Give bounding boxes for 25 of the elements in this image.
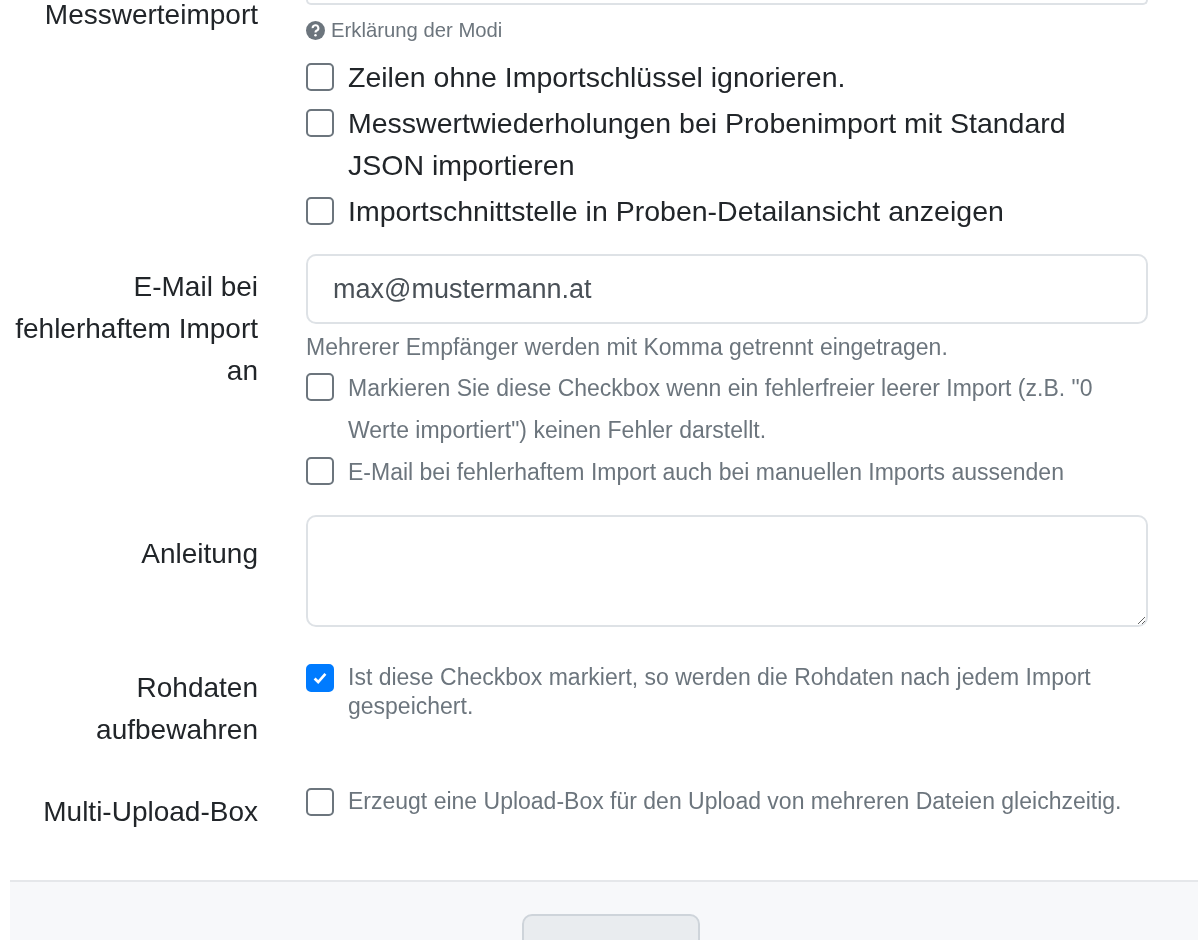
checkbox[interactable] (306, 457, 334, 485)
checkbox-label: Erzeugt eine Upload-Box für den Upload von mehreren Dateien gleichzeitig. (348, 787, 1123, 816)
select-field[interactable] (306, 0, 1148, 5)
help-link[interactable]: Erklärung der Modi (331, 19, 503, 42)
checkbox-label: Zeilen ohne Importschlüssel ignorieren. (348, 60, 847, 95)
checkbox[interactable] (306, 664, 334, 692)
field-hint: Mehrerer Empfänger werden mit Komma getrennt eingetragen. (306, 334, 949, 361)
checkbox[interactable] (306, 788, 334, 816)
checkbox[interactable] (306, 63, 334, 91)
help-icon (306, 21, 325, 40)
field-label: E-Mail bei fehlerhaftem Import an (15, 271, 258, 386)
checkbox-label: Markieren Sie diese Checkbox wenn ein fehlerfreier leerer Import (z.B. "0 Werte importiert") keinen Fehler darstellt. (348, 374, 1094, 445)
email-field[interactable]: max@mustermann.at (306, 254, 1148, 324)
checkbox[interactable] (306, 373, 334, 401)
textarea-field[interactable] (306, 515, 1148, 627)
field-label: Multi-Upload-Box (43, 796, 258, 827)
field-label: Messwerteimport (44, 0, 258, 30)
checkbox-label: Importschnittstelle in Proben-Detailansicht anzeigen (348, 194, 1005, 229)
checkbox-label: E-Mail bei fehlerhaftem Import auch bei manuellen Imports aussenden (348, 458, 1065, 487)
field-label: Rohdaten aufbewahren (96, 672, 258, 745)
checkbox-label: Messwertwiederholungen bei Probenimport mit Standard JSON importieren (348, 106, 1067, 183)
field-label: Anleitung (141, 538, 258, 569)
checkbox-label: Ist diese Checkbox markiert, so werden die Rohdaten nach jedem Import gespeichert. (348, 663, 1092, 721)
checkbox[interactable] (306, 197, 334, 225)
checkbox[interactable] (306, 109, 334, 137)
